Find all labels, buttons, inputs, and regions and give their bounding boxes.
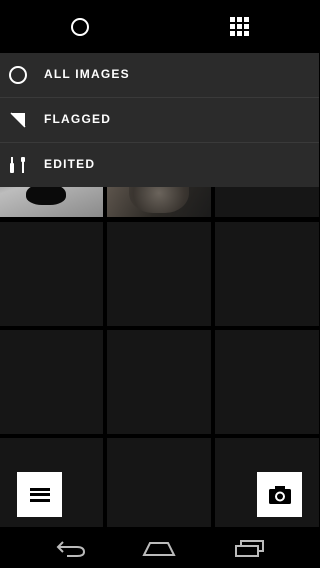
- edit-tools-icon: [8, 155, 28, 175]
- circle-icon: [70, 17, 89, 36]
- thumbnail[interactable]: [107, 330, 211, 434]
- recent-apps-button[interactable]: [229, 535, 269, 561]
- back-icon: [56, 541, 86, 557]
- thumbnail[interactable]: [107, 438, 211, 527]
- menu-item-label: EDITED: [44, 157, 96, 171]
- thumbnail[interactable]: [0, 222, 103, 326]
- back-button[interactable]: [51, 535, 91, 561]
- flag-icon: [8, 110, 28, 130]
- menu-item-flagged[interactable]: FLAGGED: [0, 98, 319, 142]
- menu-item-label: FLAGGED: [44, 112, 112, 126]
- menu-item-edited[interactable]: EDITED: [0, 143, 319, 187]
- menu-button[interactable]: [17, 472, 62, 517]
- filter-menu: ALL IMAGES FLAGGED EDITED: [0, 53, 319, 187]
- menu-item-label: ALL IMAGES: [44, 67, 130, 81]
- home-button[interactable]: [139, 535, 179, 561]
- tab-grid-view[interactable]: [160, 0, 319, 53]
- hamburger-icon: [29, 487, 50, 502]
- grid-icon: [229, 16, 250, 37]
- menu-item-all-images[interactable]: ALL IMAGES: [0, 53, 319, 97]
- recent-apps-icon: [235, 540, 264, 557]
- top-bar: [0, 0, 319, 53]
- thumbnail[interactable]: [215, 222, 319, 326]
- thumbnail[interactable]: [0, 330, 103, 434]
- home-icon: [142, 542, 176, 556]
- thumbnail[interactable]: [215, 330, 319, 434]
- circle-icon: [8, 65, 28, 85]
- system-nav-bar: [0, 527, 319, 568]
- thumbnail[interactable]: [107, 222, 211, 326]
- camera-icon: [268, 485, 291, 504]
- camera-button[interactable]: [257, 472, 302, 517]
- tab-all-images[interactable]: [0, 0, 159, 53]
